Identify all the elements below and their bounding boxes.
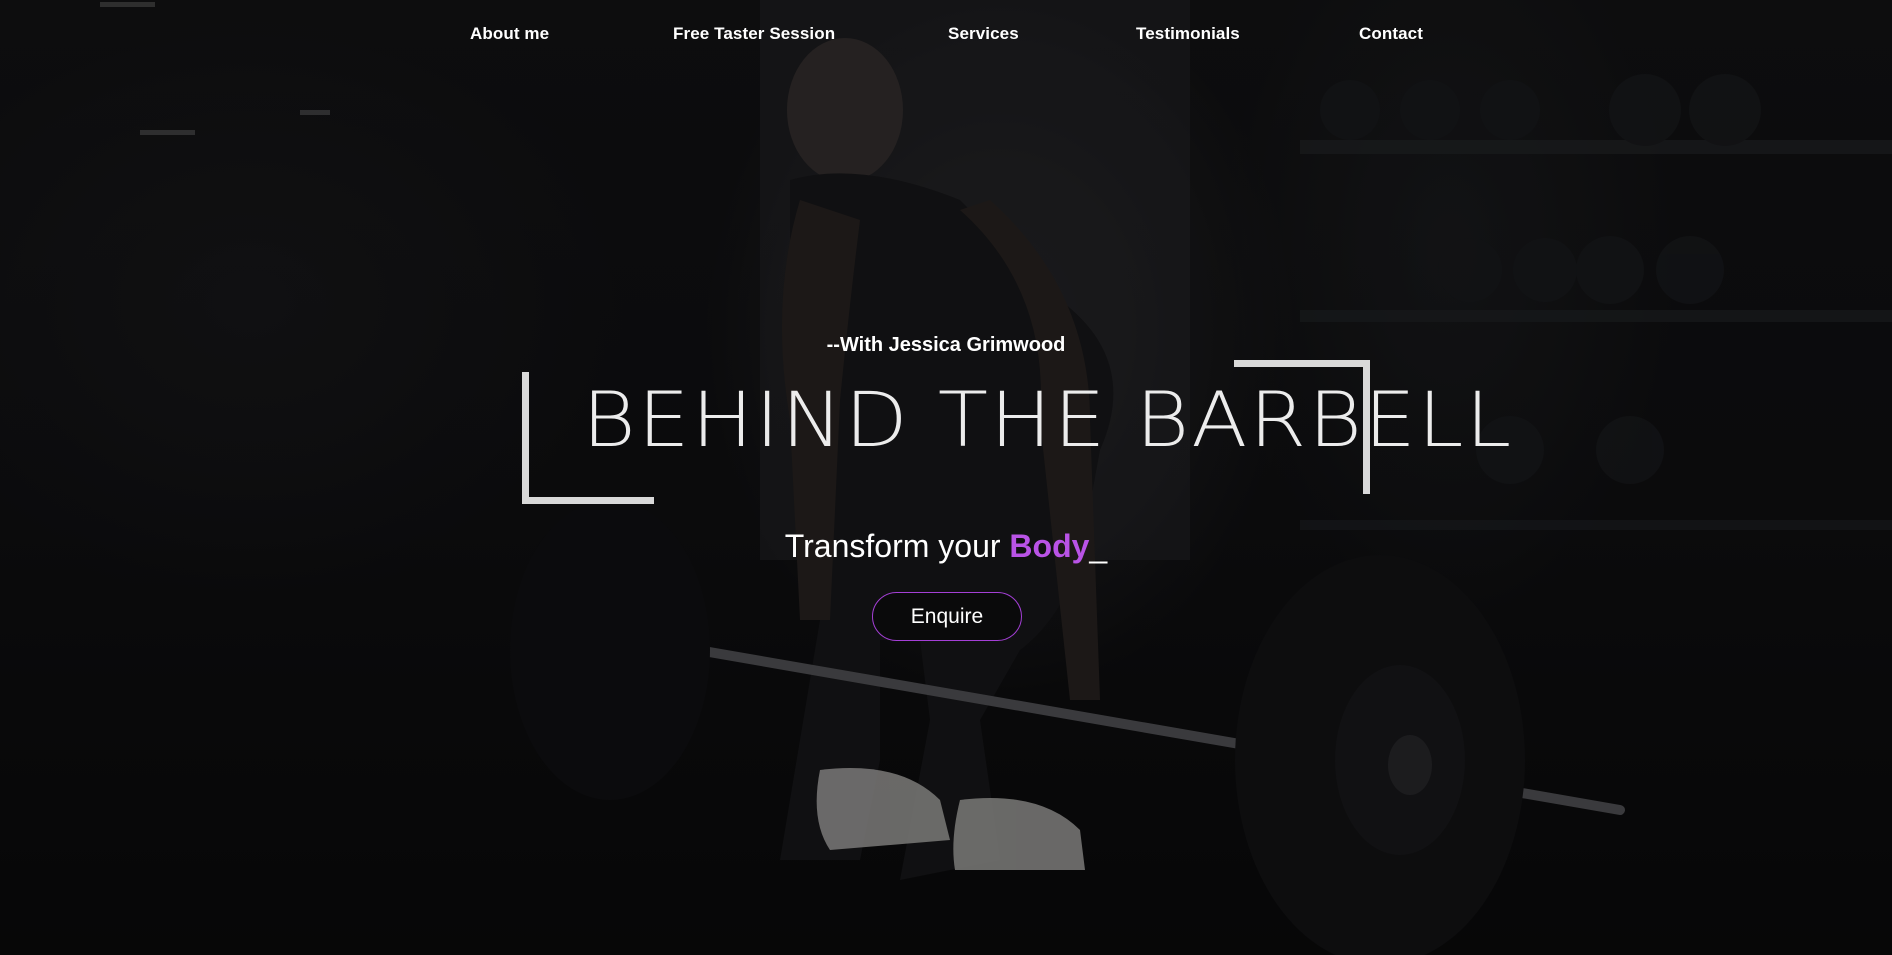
nav-link-contact[interactable]: Contact	[1359, 24, 1423, 44]
main-navigation: About me Free Taster Session Services Te…	[0, 24, 1892, 52]
logo-wordmark: BEHIND THE BARBELL	[582, 376, 1514, 465]
headline-prefix: Transform your	[784, 528, 1010, 564]
hero-section: About me Free Taster Session Services Te…	[0, 0, 1892, 955]
brand-logo: BEHIND THE BARBELL	[522, 358, 1514, 514]
nav-link-testimonials[interactable]: Testimonials	[1136, 24, 1240, 44]
nav-link-services[interactable]: Services	[948, 24, 1019, 44]
nav-link-free-taster-session[interactable]: Free Taster Session	[673, 24, 835, 44]
hero-headline: Transform your Body_	[0, 528, 1892, 565]
nav-link-about-me[interactable]: About me	[470, 24, 549, 44]
hero-tagline: --With Jessica Grimwood	[826, 334, 1066, 356]
typing-cursor: _	[1089, 528, 1108, 564]
headline-accent-word: Body	[1009, 528, 1090, 564]
enquire-button[interactable]: Enquire	[872, 592, 1022, 641]
